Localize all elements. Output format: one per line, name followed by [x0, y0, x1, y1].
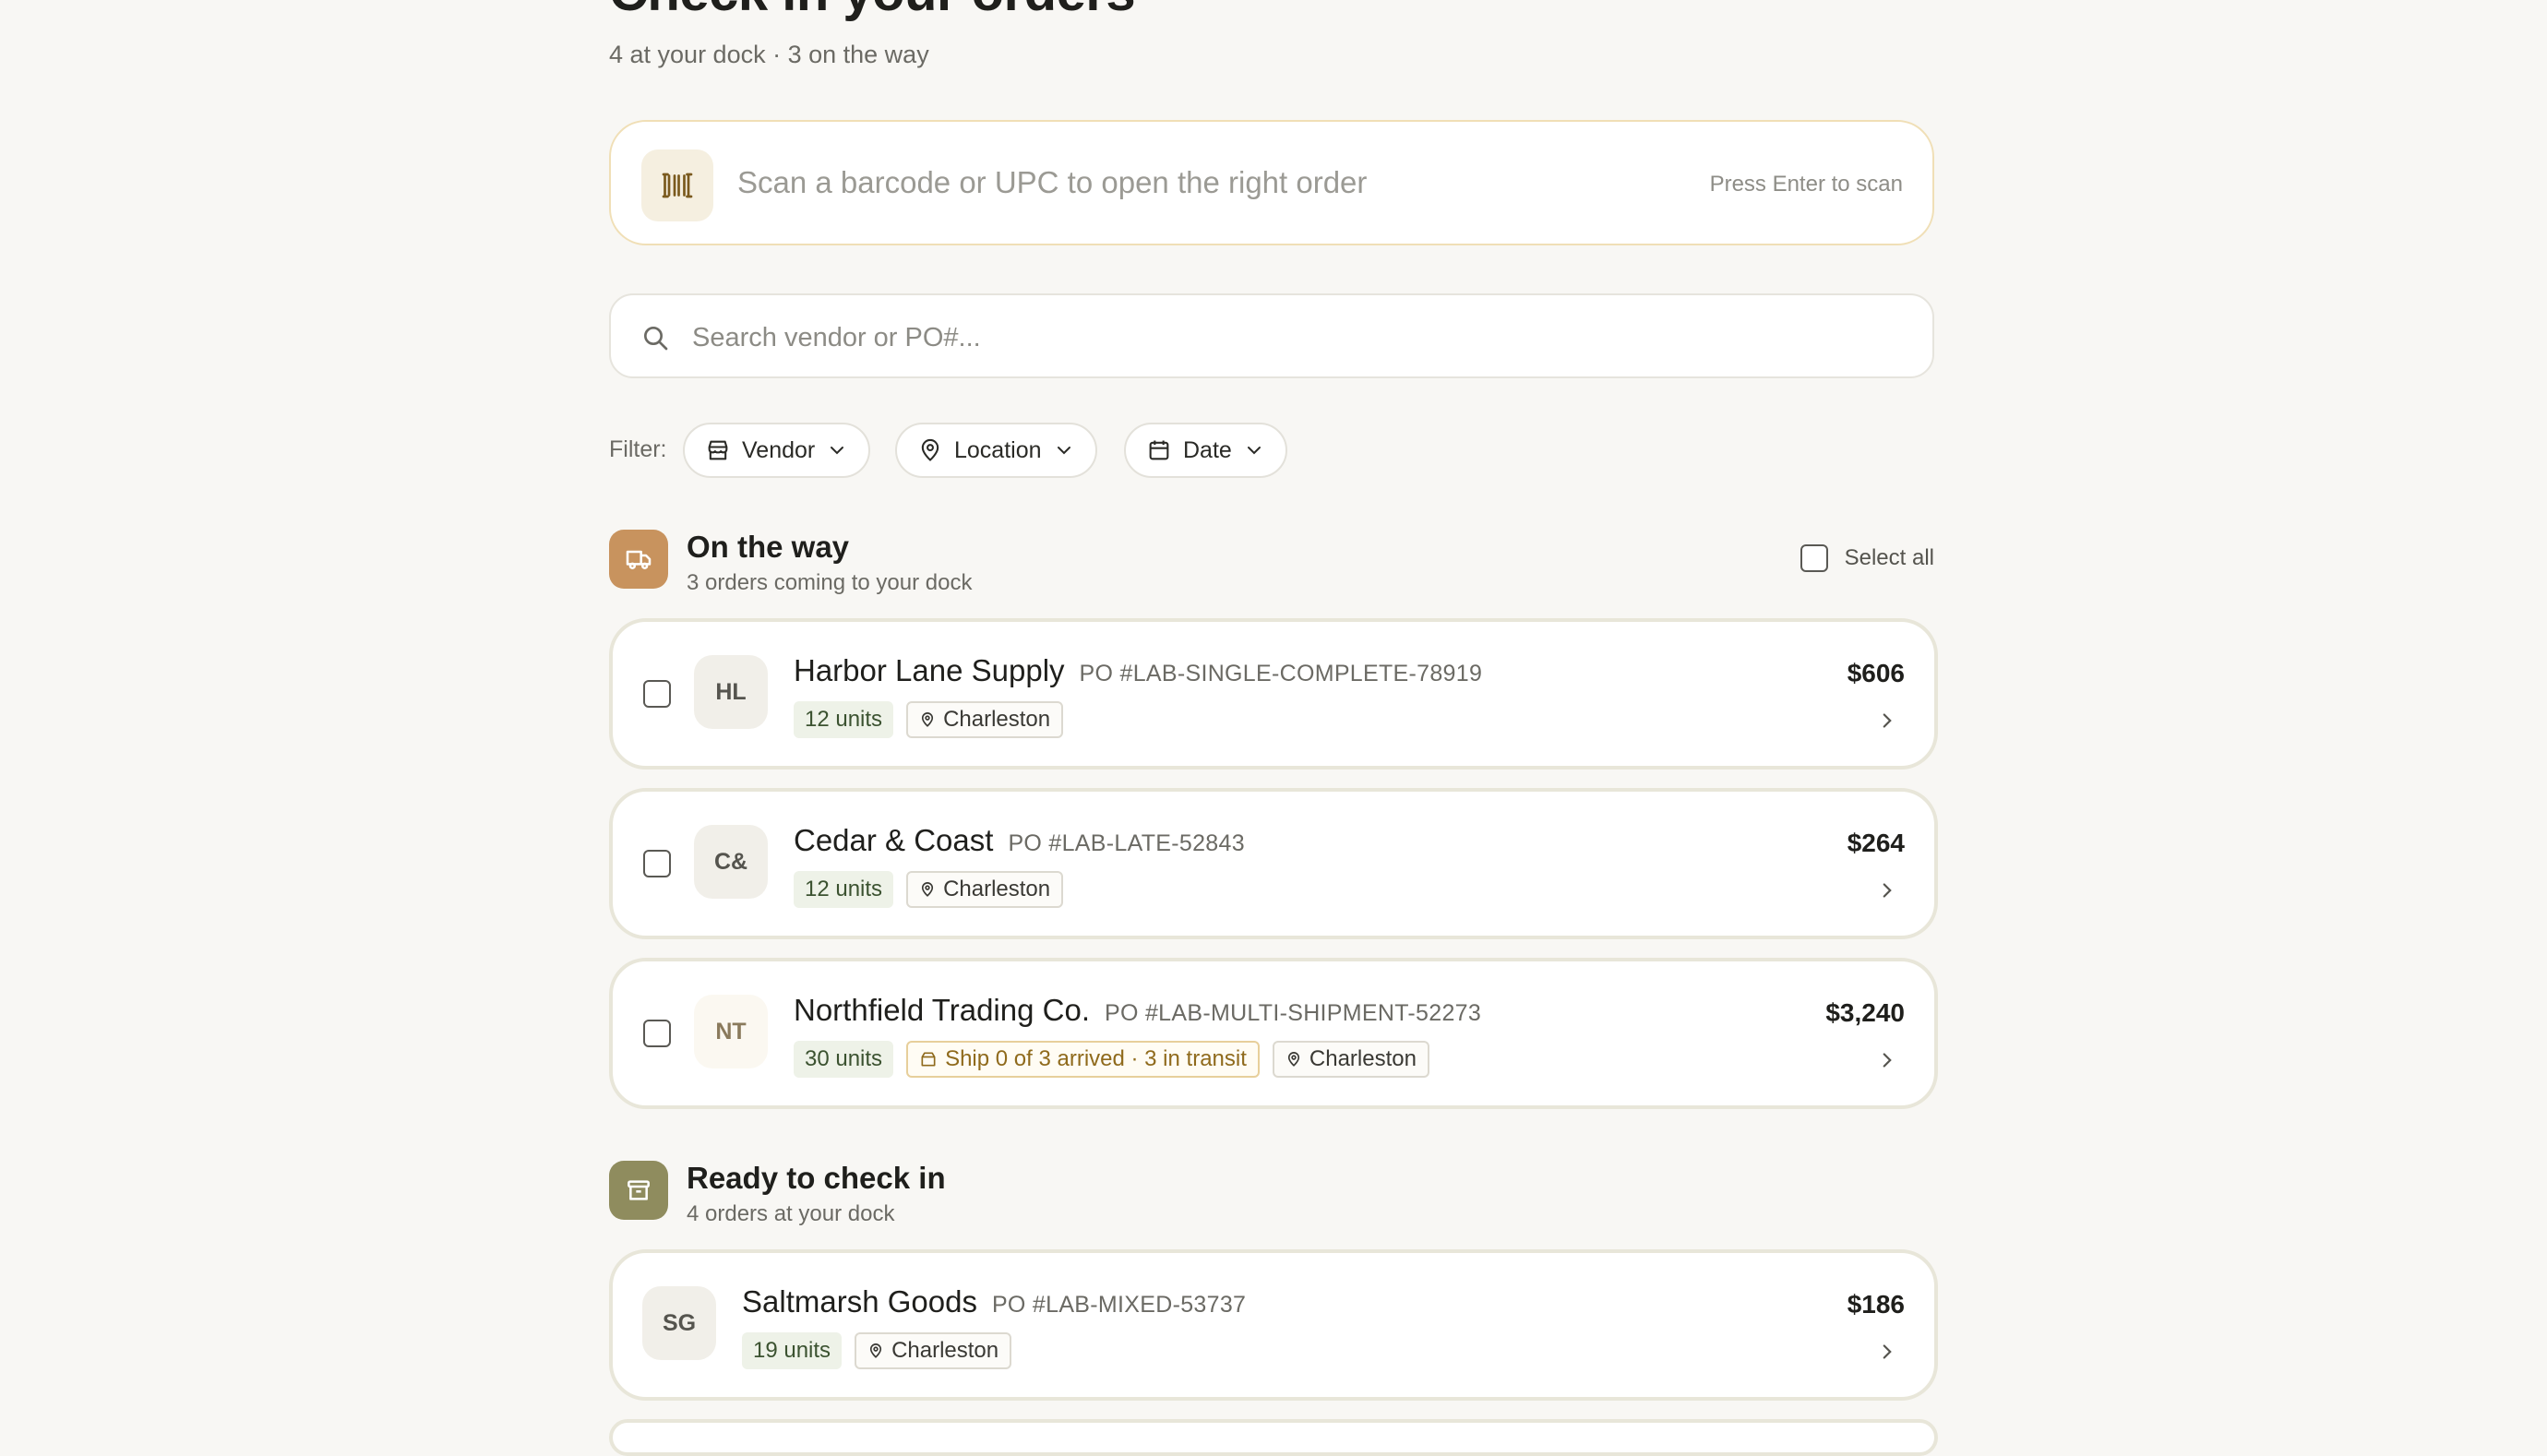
- order-tags: 30 units Ship 0 of 3 arrived · 3 in tran…: [794, 1041, 1429, 1078]
- order-card[interactable]: C& Cedar & Coast PO #LAB-LATE-52843 12 un…: [609, 788, 1938, 939]
- barcode-icon: [641, 149, 713, 221]
- vendor-filter-button[interactable]: Vendor: [683, 423, 871, 478]
- vendor-name: Northfield Trading Co.: [794, 993, 1090, 1027]
- section-title: Ready to check in: [687, 1161, 946, 1195]
- chevron-right-icon[interactable]: [1875, 709, 1899, 733]
- chevron-right-icon[interactable]: [1875, 1340, 1899, 1364]
- units-badge: 12 units: [794, 701, 894, 738]
- date-filter-button[interactable]: Date: [1124, 423, 1287, 478]
- store-icon: [708, 440, 728, 460]
- order-checkbox[interactable]: [643, 850, 671, 877]
- vendor-name: Cedar & Coast: [794, 823, 994, 857]
- order-tags: 19 units Charleston: [742, 1332, 1012, 1369]
- location-filter-label: Location: [954, 436, 1042, 463]
- order-vendor-line: Saltmarsh Goods PO #LAB-MIXED-53737: [742, 1284, 1246, 1319]
- select-all-toggle[interactable]: Select all: [1800, 544, 1934, 572]
- map-pin-icon: [921, 438, 939, 461]
- vendor-name: Saltmarsh Goods: [742, 1284, 977, 1319]
- calendar-icon: [1149, 440, 1169, 460]
- map-pin-icon: [921, 712, 934, 727]
- page-title: Check in your orders: [609, 0, 1136, 23]
- order-amount: $606: [1847, 659, 1905, 687]
- chevron-right-icon[interactable]: [1875, 1048, 1899, 1072]
- search-box: [609, 293, 1934, 378]
- order-amount: $3,240: [1825, 998, 1905, 1027]
- shipment-status: Ship 0 of 3 arrived · 3 in transit: [945, 1046, 1247, 1071]
- order-card[interactable]: NT Northfield Trading Co. PO #LAB-MULTI-S…: [609, 958, 1938, 1109]
- po-number: PO #LAB-MULTI-SHIPMENT-52273: [1105, 1000, 1482, 1026]
- select-all-label: Select all: [1844, 545, 1934, 570]
- location-badge: Charleston: [906, 871, 1064, 908]
- vendor-avatar: SG: [642, 1286, 716, 1360]
- scan-placeholder: Scan a barcode or UPC to open the right …: [737, 165, 1368, 199]
- order-tags: 12 units Charleston: [794, 871, 1064, 908]
- location-badge: Charleston: [855, 1332, 1012, 1369]
- vendor-filter-label: Vendor: [742, 436, 816, 463]
- order-card-partial[interactable]: [609, 1419, 1938, 1456]
- archive-box-icon: [609, 1161, 668, 1220]
- order-vendor-line: Cedar & Coast PO #LAB-LATE-52843: [794, 823, 1245, 858]
- date-filter-label: Date: [1183, 436, 1232, 463]
- order-vendor-line: Harbor Lane Supply PO #LAB-SINGLE-COMPLET…: [794, 653, 1482, 688]
- po-number: PO #LAB-SINGLE-COMPLETE-78919: [1079, 661, 1483, 686]
- search-icon: [644, 327, 668, 351]
- scan-hint: Press Enter to scan: [1709, 172, 1903, 197]
- units-badge: 12 units: [794, 871, 894, 908]
- chevron-right-icon[interactable]: [1875, 878, 1899, 902]
- vendor-avatar: C&: [694, 825, 768, 899]
- map-pin-icon: [1287, 1052, 1299, 1067]
- units-badge: 30 units: [794, 1041, 894, 1078]
- filter-label: Filter:: [609, 436, 667, 462]
- order-amount: $186: [1847, 1290, 1905, 1319]
- map-pin-icon: [869, 1343, 882, 1358]
- truck-icon: [609, 530, 668, 589]
- po-number: PO #LAB-LATE-52843: [1008, 830, 1245, 856]
- vendor-avatar: NT: [694, 995, 768, 1068]
- section-subtitle: 4 orders at your dock: [687, 1201, 895, 1226]
- shipment-badge: Ship 0 of 3 arrived · 3 in transit: [906, 1041, 1260, 1078]
- location-filter-button[interactable]: Location: [895, 423, 1097, 478]
- location-name: Charleston: [943, 877, 1051, 901]
- order-card[interactable]: HL Harbor Lane Supply PO #LAB-SINGLE-COMP…: [609, 618, 1938, 770]
- barcode-scan-field[interactable]: Scan a barcode or UPC to open the right …: [609, 120, 1934, 245]
- on-the-way-section-header: On the way 3 orders coming to your dock …: [609, 530, 1934, 603]
- map-pin-icon: [921, 882, 934, 897]
- section-title: On the way: [687, 530, 850, 564]
- location-name: Charleston: [943, 707, 1051, 732]
- order-tags: 12 units Charleston: [794, 701, 1064, 738]
- order-vendor-line: Northfield Trading Co. PO #LAB-MULTI-SHIP…: [794, 993, 1481, 1028]
- page-subtitle: 4 at your dock · 3 on the way: [609, 41, 929, 68]
- location-badge: Charleston: [1272, 1041, 1429, 1078]
- order-amount: $264: [1847, 829, 1905, 857]
- select-all-checkbox[interactable]: [1800, 544, 1828, 572]
- chevron-down-icon: [1247, 447, 1261, 455]
- search-input[interactable]: [690, 314, 1894, 362]
- location-name: Charleston: [1309, 1046, 1417, 1071]
- vendor-avatar: HL: [694, 655, 768, 729]
- units-badge: 19 units: [742, 1332, 843, 1369]
- location-name: Charleston: [891, 1338, 999, 1363]
- chevron-down-icon: [1057, 447, 1070, 455]
- ready-section-header: Ready to check in 4 orders at your dock: [609, 1161, 1934, 1235]
- chevron-down-icon: [831, 447, 844, 455]
- vendor-name: Harbor Lane Supply: [794, 653, 1065, 687]
- section-subtitle: 3 orders coming to your dock: [687, 570, 973, 595]
- location-badge: Charleston: [906, 701, 1064, 738]
- order-checkbox[interactable]: [643, 680, 671, 708]
- po-number: PO #LAB-MIXED-53737: [991, 1292, 1247, 1318]
- order-card[interactable]: SG Saltmarsh Goods PO #LAB-MIXED-53737 19…: [609, 1249, 1938, 1401]
- order-checkbox[interactable]: [643, 1020, 671, 1047]
- package-icon: [921, 1052, 936, 1067]
